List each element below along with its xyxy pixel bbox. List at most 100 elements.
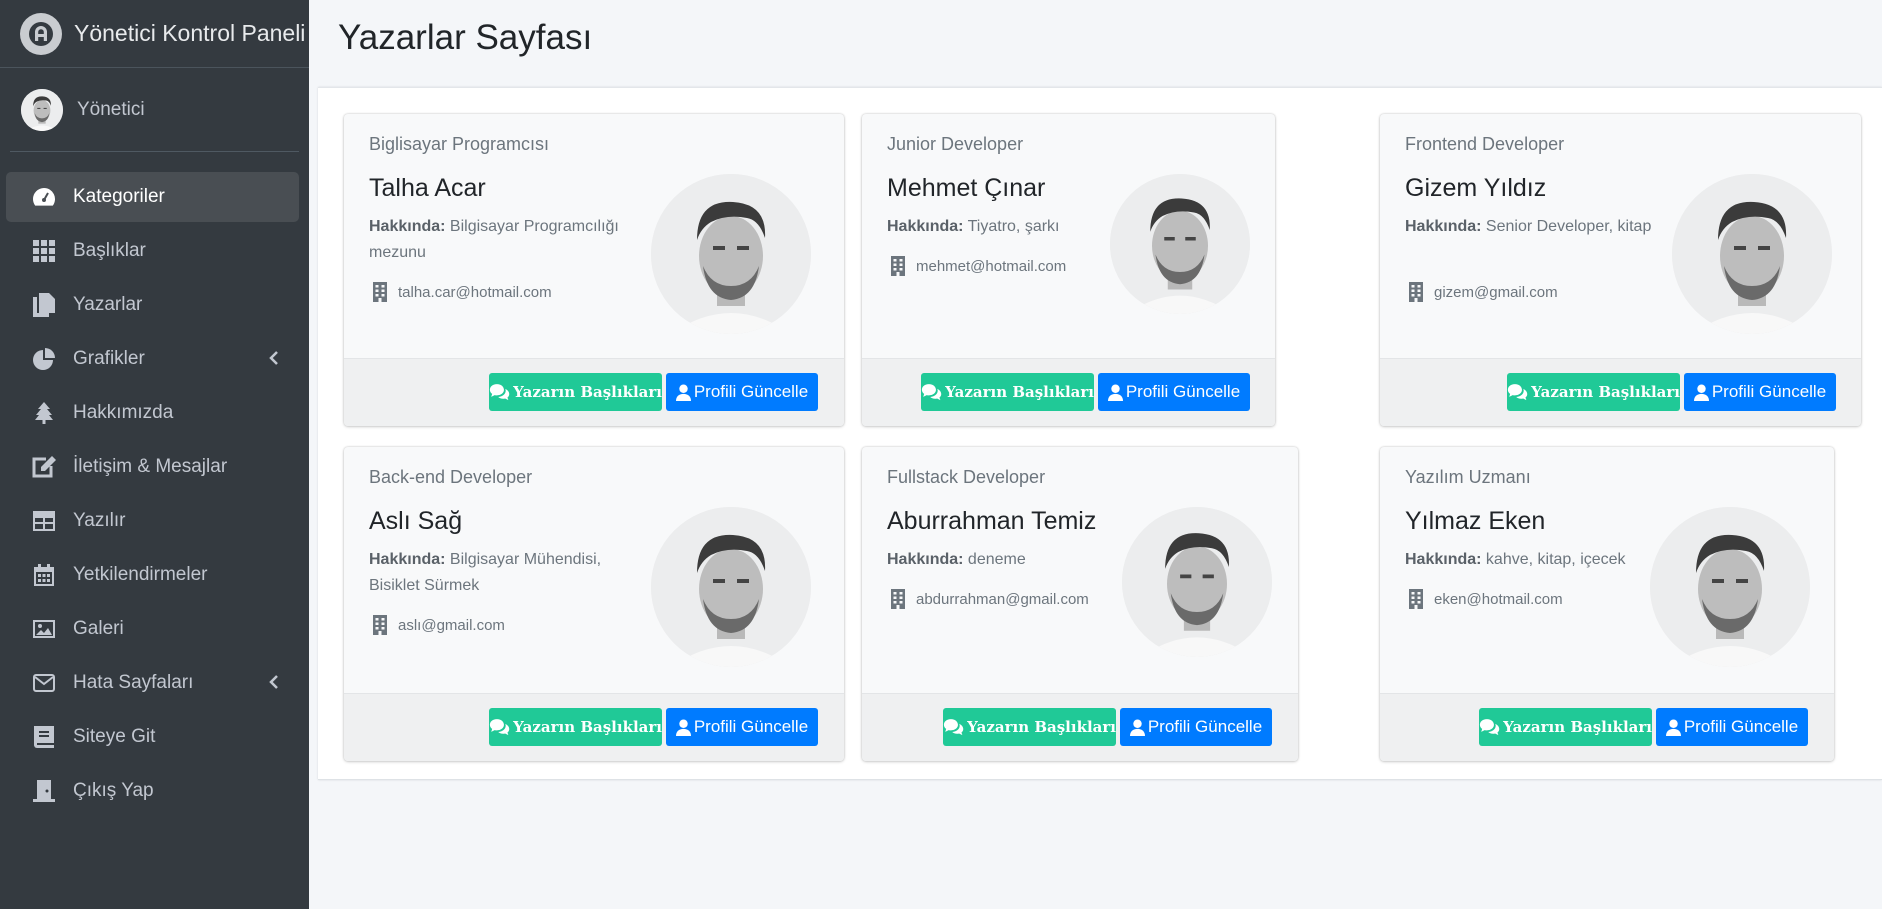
sidebar-item-kategoriler[interactable]: Kategoriler bbox=[6, 172, 299, 222]
sidebar-item-cikis-yap[interactable]: Çıkış Yap bbox=[6, 766, 299, 816]
building-icon bbox=[890, 256, 906, 276]
writer-email: gizem@gmail.com bbox=[1408, 282, 1558, 302]
update-profile-button[interactable]: Profili Güncelle bbox=[1656, 708, 1808, 746]
about-label: Hakkında: bbox=[887, 218, 964, 235]
writer-titles-button[interactable]: Yazarın Başlıkları bbox=[1479, 708, 1652, 746]
sidebar-item-label: Başlıklar bbox=[73, 240, 146, 261]
writer-titles-button[interactable]: Yazarın Başlıkları bbox=[943, 708, 1116, 746]
writer-name: Aslı Sağ bbox=[369, 507, 463, 535]
sidebar-item-label: Siteye Git bbox=[73, 726, 156, 747]
button-label: Profili Güncelle bbox=[1683, 717, 1799, 736]
writer-email: mehmet@hotmail.com bbox=[890, 256, 1066, 276]
button-label: Yazarın Başlıkları bbox=[945, 383, 1094, 401]
brand[interactable]: Yönetici Kontrol Paneli bbox=[0, 0, 309, 68]
building-icon bbox=[890, 589, 906, 609]
button-label: Profili Güncelle bbox=[693, 717, 809, 736]
card-footer: Yazarın Başlıkları Profili Güncelle bbox=[1380, 358, 1861, 426]
sidebar-item-label: Kategoriler bbox=[73, 186, 165, 207]
writer-card: Fullstack Developer Aburrahman Temiz Hak… bbox=[862, 447, 1298, 761]
sidebar-item-label: Grafikler bbox=[73, 348, 145, 369]
button-label: Yazarın Başlıkları bbox=[967, 718, 1116, 736]
about-label: Hakkında: bbox=[1405, 551, 1482, 568]
sidebar-item-galeri[interactable]: Galeri bbox=[6, 604, 299, 654]
writer-role: Back-end Developer bbox=[369, 467, 533, 487]
sidebar-nav: Kategoriler Başlıklar Yazarlar Grafikler bbox=[0, 152, 309, 816]
sidebar-item-siteye-git[interactable]: Siteye Git bbox=[6, 712, 299, 762]
update-profile-button[interactable]: Profili Güncelle bbox=[1684, 373, 1836, 411]
door-icon bbox=[31, 778, 57, 804]
writer-name: Talha Acar bbox=[369, 174, 486, 202]
brand-title: Yönetici Kontrol Paneli bbox=[74, 20, 306, 46]
sidebar-item-label: Yazarlar bbox=[73, 294, 143, 315]
writer-card: Back-end Developer Aslı Sağ Hakkında: Bi… bbox=[344, 447, 844, 761]
writer-photo bbox=[651, 507, 811, 667]
sidebar-item-hata-sayfalari[interactable]: Hata Sayfaları bbox=[6, 658, 299, 708]
pie-chart-icon bbox=[31, 346, 57, 372]
email-text: aslı@gmail.com bbox=[398, 616, 505, 634]
writer-photo bbox=[1650, 507, 1810, 667]
sidebar-item-iletisim[interactable]: İletişim & Mesajlar bbox=[6, 442, 299, 492]
button-label: Profili Güncelle bbox=[1711, 382, 1827, 401]
user-name: Yönetici bbox=[77, 98, 145, 120]
writer-titles-button[interactable]: Yazarın Başlıkları bbox=[921, 373, 1094, 411]
sidebar-item-yazilir[interactable]: Yazılır bbox=[6, 496, 299, 546]
writer-name: Gizem Yıldız bbox=[1405, 174, 1547, 202]
button-label: Yazarın Başlıkları bbox=[513, 383, 662, 401]
about-text: kahve, kitap, içecek bbox=[1485, 551, 1626, 568]
table-icon bbox=[31, 508, 57, 534]
writer-photo bbox=[1122, 507, 1272, 657]
about-text: Senior Developer, kitap bbox=[1485, 218, 1652, 235]
update-profile-button[interactable]: Profili Güncelle bbox=[666, 708, 818, 746]
update-profile-button[interactable]: Profili Güncelle bbox=[1120, 708, 1272, 746]
writer-titles-button[interactable]: Yazarın Başlıkları bbox=[1507, 373, 1680, 411]
edit-icon bbox=[31, 454, 57, 480]
sidebar-item-basliklar[interactable]: Başlıklar bbox=[6, 226, 299, 276]
building-icon bbox=[1408, 589, 1424, 609]
about-label: Hakkında: bbox=[369, 551, 446, 568]
calendar-icon bbox=[31, 562, 57, 588]
writer-about: Hakkında: kahve, kitap, içecek bbox=[1405, 547, 1665, 573]
sidebar-item-label: Hakkımızda bbox=[73, 402, 174, 423]
brand-logo-icon bbox=[20, 12, 62, 55]
email-text: eken@hotmail.com bbox=[1434, 590, 1563, 608]
writer-card: Yazılım Uzmanı Yılmaz Eken Hakkında: kah… bbox=[1380, 447, 1834, 761]
copy-icon bbox=[31, 292, 57, 318]
envelope-icon bbox=[31, 670, 57, 696]
sidebar-item-label: Yazılır bbox=[73, 510, 126, 531]
user-panel[interactable]: Yönetici bbox=[10, 68, 299, 152]
building-icon bbox=[372, 282, 388, 302]
writer-name: Mehmet Çınar bbox=[887, 174, 1046, 202]
about-text: deneme bbox=[967, 551, 1026, 568]
sidebar-item-grafikler[interactable]: Grafikler bbox=[6, 334, 299, 384]
writer-card: Frontend Developer Gizem Yıldız Hakkında… bbox=[1380, 114, 1861, 426]
page-title: Yazarlar Sayfası bbox=[338, 18, 593, 57]
update-profile-button[interactable]: Profili Güncelle bbox=[1098, 373, 1250, 411]
writer-photo bbox=[1672, 174, 1832, 334]
update-profile-button[interactable]: Profili Güncelle bbox=[666, 373, 818, 411]
card-footer: Yazarın Başlıkları Profili Güncelle bbox=[862, 693, 1298, 761]
writer-titles-button[interactable]: Yazarın Başlıkları bbox=[489, 708, 662, 746]
writer-photo bbox=[1110, 174, 1250, 314]
writer-titles-button[interactable]: Yazarın Başlıkları bbox=[489, 373, 662, 411]
sidebar-item-yetkilendirmeler[interactable]: Yetkilendirmeler bbox=[6, 550, 299, 600]
writer-name: Aburrahman Temiz bbox=[887, 507, 1097, 535]
writer-email: abdurrahman@gmail.com bbox=[890, 589, 1089, 609]
writer-card: Biglisayar Programcısı Talha Acar Hakkın… bbox=[344, 114, 844, 426]
writer-about: Hakkında: Senior Developer, kitap bbox=[1405, 214, 1665, 240]
card-footer: Yazarın Başlıkları Profili Güncelle bbox=[344, 358, 844, 426]
building-icon bbox=[1408, 282, 1424, 302]
sidebar-item-label: İletişim & Mesajlar bbox=[73, 456, 228, 477]
email-text: gizem@gmail.com bbox=[1434, 283, 1558, 301]
button-label: Profili Güncelle bbox=[1125, 382, 1241, 401]
sidebar-item-hakkimizda[interactable]: Hakkımızda bbox=[6, 388, 299, 438]
sidebar-item-label: Galeri bbox=[73, 618, 124, 639]
email-text: talha.car@hotmail.com bbox=[398, 283, 552, 301]
writer-role: Frontend Developer bbox=[1405, 134, 1565, 154]
writer-about: Hakkında: Tiyatro, şarkı bbox=[887, 214, 1147, 240]
sidebar: Yönetici Kontrol Paneli Yönetici Kategor… bbox=[0, 0, 309, 909]
sidebar-item-yazarlar[interactable]: Yazarlar bbox=[6, 280, 299, 330]
writer-role: Yazılım Uzmanı bbox=[1405, 467, 1531, 487]
card-footer: Yazarın Başlıkları Profili Güncelle bbox=[862, 358, 1275, 426]
sidebar-item-label: Hata Sayfaları bbox=[73, 672, 194, 693]
button-label: Profili Güncelle bbox=[1147, 717, 1263, 736]
